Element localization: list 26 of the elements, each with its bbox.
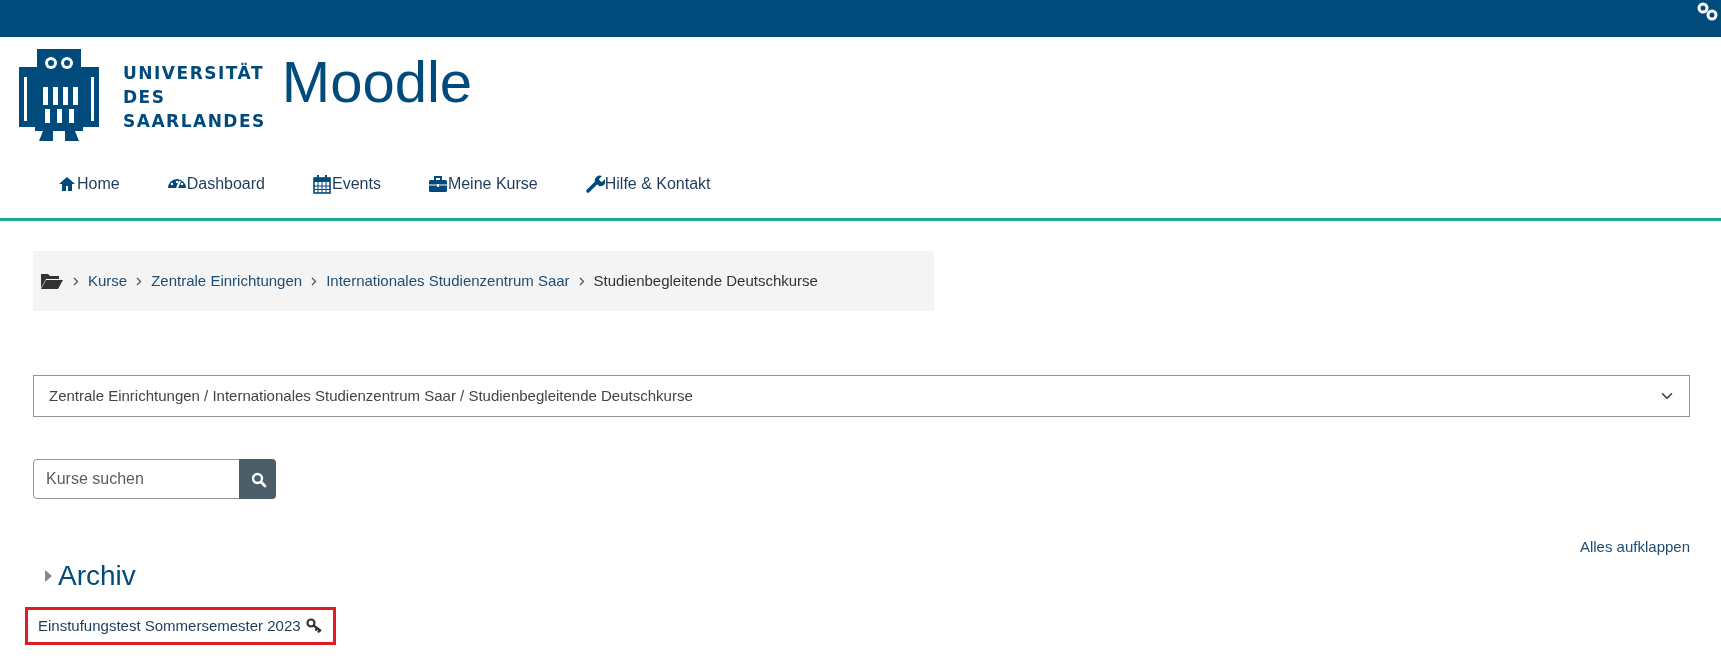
nav-link-item[interactable]: Home (57, 171, 120, 196)
search-field[interactable]: Kurse suchen (33, 459, 240, 499)
logo-text: UNIVERSITÄT (123, 61, 265, 85)
category-link[interactable]: Archiv (58, 554, 136, 597)
nav-link-item[interactable]: Dashboard (166, 171, 265, 196)
expand-all-link[interactable]: Alles aufklappen (1579, 536, 1690, 559)
nav-link-item[interactable]: Hilfe & Kontakt (584, 171, 711, 196)
breadcrumb-link[interactable]: Kurse (88, 269, 128, 293)
wrench-icon (584, 173, 605, 194)
caret-right-icon[interactable] (45, 569, 52, 582)
nav-link-item[interactable]: Events (311, 171, 381, 196)
breadcrumb-link[interactable]: Zentrale Einrichtungen (151, 269, 303, 293)
nav-link-item[interactable]: Meine Kurse (427, 171, 538, 196)
search-icon (251, 471, 267, 488)
search-button[interactable] (239, 459, 276, 499)
logo-text: SAARLANDES (123, 110, 266, 133)
gauge-icon (166, 178, 187, 189)
site-title: Moodle (281, 53, 473, 111)
folder-icon (40, 272, 64, 290)
category-select[interactable]: Zentrale Einrichtungen / Internationales Studienzentrum Saar / Studienbegleitende Deutschkurse (33, 375, 1690, 417)
breadcrumb-current: Studienbegleitende Deutschkurse (593, 270, 818, 291)
briefcase-icon (427, 173, 448, 194)
calendar-icon (311, 173, 332, 194)
logo-text: DES (123, 86, 167, 109)
breadcrumb-link[interactable]: Internationales Studienzentrum Saar (326, 269, 570, 293)
course-link[interactable]: Einstufungstest Sommersemester 2023 (38, 614, 301, 637)
